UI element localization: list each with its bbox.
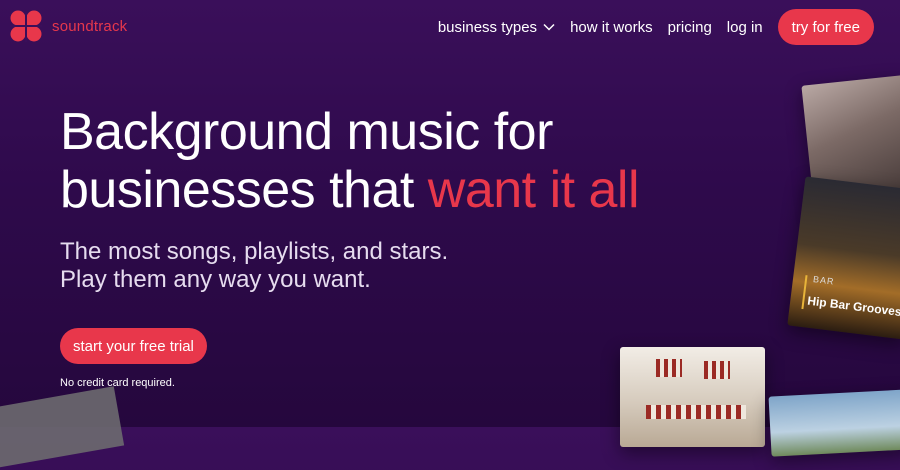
hero-subtitle-line1: The most songs, playlists, and stars.: [60, 238, 449, 265]
hero-subtitle: The most songs, playlists, and stars. Pl…: [60, 238, 580, 294]
sky-photo-card: [768, 389, 900, 457]
hero-subtitle-line2: Play them any way you want.: [60, 266, 371, 293]
nav-business-types[interactable]: business types: [438, 19, 555, 36]
playlist-card-hip-bar-grooves[interactable]: BAR Hip Bar Grooves: [787, 176, 900, 340]
nav-how-it-works[interactable]: how it works: [570, 19, 653, 36]
top-nav: business types how it works pricing log …: [438, 9, 874, 45]
hero-title-accent: want it all: [427, 161, 640, 219]
nav-business-types-label: business types: [437, 18, 538, 36]
hero-title-line1: Background music for: [60, 103, 553, 161]
nav-log-in[interactable]: log in: [727, 19, 763, 36]
awning-decoration: [646, 405, 746, 419]
playlist-title: Hip Bar Grooves: [806, 293, 900, 320]
building-photo-card: [620, 347, 765, 447]
nav-pricing[interactable]: pricing: [668, 19, 712, 36]
awning-decoration: [704, 361, 730, 379]
floor-image-fragment: [0, 386, 125, 470]
try-for-free-button[interactable]: try for free: [777, 9, 874, 45]
soundtrack-logo-icon: [10, 10, 42, 42]
awning-decoration: [656, 359, 682, 377]
brand-logo[interactable]: soundtrack: [10, 10, 127, 42]
chevron-down-icon: [543, 23, 555, 31]
hero-title-line2: businesses that: [60, 161, 428, 219]
start-free-trial-button[interactable]: start your free trial: [60, 328, 207, 364]
hero-title: Background music for businesses that wan…: [60, 103, 760, 219]
brand-name: soundtrack: [52, 17, 128, 35]
playlist-category: BAR: [812, 274, 836, 287]
no-credit-card-note: No credit card required.: [60, 377, 175, 389]
